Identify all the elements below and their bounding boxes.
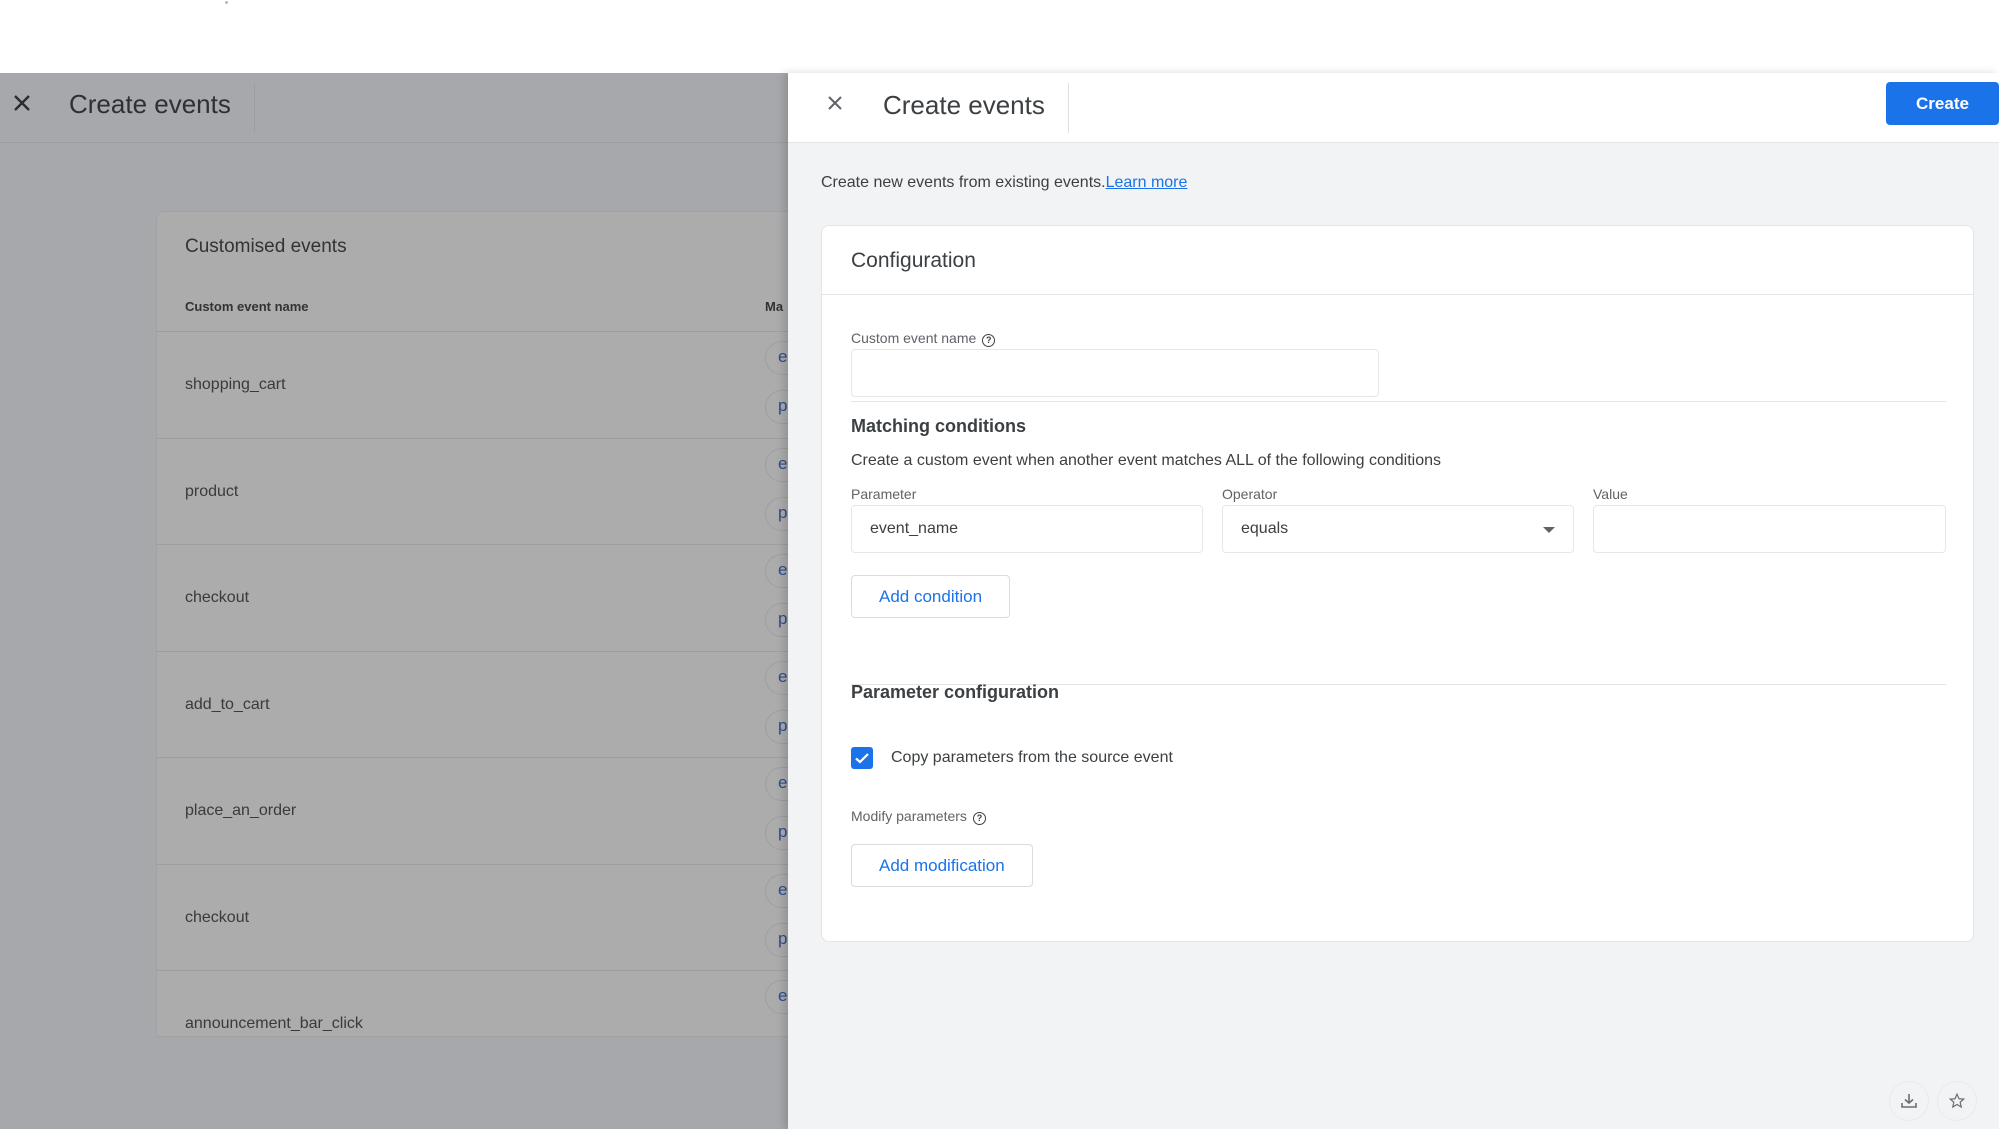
condition-chip: p [765, 816, 788, 850]
background-page-title: Create events [69, 89, 231, 119]
event-name: announcement_bar_click [185, 1015, 363, 1032]
condition-chip: e [765, 341, 788, 375]
column-header-match: Ma [765, 299, 784, 314]
browser-top-area [0, 0, 1999, 73]
modify-parameters-label-text: Modify parameters [851, 808, 967, 824]
operator-selected-value: equals [1241, 520, 1289, 537]
value-input[interactable] [1593, 505, 1946, 553]
table-row[interactable]: place_an_order e p [157, 757, 788, 864]
table-row[interactable]: shopping_cart e p [157, 331, 788, 438]
custom-event-name-label-text: Custom event name [851, 330, 977, 346]
parameter-input[interactable] [851, 505, 1203, 553]
custom-event-name-label: Custom event name? [851, 330, 996, 347]
condition-chip: e [765, 767, 788, 801]
operator-select[interactable]: equals [1222, 505, 1574, 553]
condition-chip: p [765, 922, 788, 957]
learn-more-link[interactable]: Learn more [1106, 174, 1188, 191]
condition-chip: p [765, 496, 788, 531]
download-icon [1901, 1094, 1917, 1108]
background-page-scrim: Create events Customised events Custom e… [0, 73, 788, 1129]
copy-parameters-label: Copy parameters from the source event [891, 749, 1173, 766]
condition-chip: e [765, 873, 788, 908]
drawer-title: Create events [883, 90, 1045, 120]
intro-text: Create new events from existing events.L… [821, 174, 1187, 192]
drawer-header: Create events Create [788, 73, 1999, 143]
star-button[interactable] [1937, 1081, 1977, 1121]
event-name: place_an_order [185, 802, 297, 819]
event-name: product [185, 482, 239, 500]
modify-parameters-label: Modify parameters? [851, 808, 986, 825]
help-circle-icon[interactable]: ? [972, 812, 986, 825]
matching-conditions-title: Matching conditions [851, 416, 1026, 436]
checkmark-icon [855, 753, 869, 764]
condition-chip: e [765, 980, 788, 1014]
copy-parameters-checkbox[interactable] [851, 747, 873, 769]
help-circle-icon[interactable]: ? [982, 334, 996, 347]
event-name: checkout [185, 589, 250, 606]
configuration-card: Configuration Custom event name? Matchin… [821, 225, 1974, 942]
customised-events-card: Customised events Custom event name Ma s… [156, 211, 788, 1037]
divider [1068, 83, 1069, 133]
table-row[interactable]: add_to_cart e p [157, 650, 788, 758]
table-row[interactable]: announcement_bar_click e [157, 970, 788, 1036]
parameter-configuration-title: Parameter configuration [851, 682, 1060, 702]
events-table: shopping_cart e p product e p checkout e p add_to… [157, 331, 788, 1036]
divider [254, 83, 255, 133]
parameter-label: Parameter [851, 486, 917, 502]
condition-chip: e [765, 447, 788, 482]
divider [851, 401, 1946, 402]
card-title: Customised events [185, 236, 347, 257]
event-name: add_to_cart [185, 695, 270, 713]
table-row[interactable]: product e p [157, 437, 788, 545]
star-icon [1948, 1092, 1966, 1109]
configuration-title: Configuration [851, 249, 976, 272]
condition-chip: e [765, 554, 788, 588]
dropdown-arrow-icon [1543, 527, 1555, 533]
column-header-name: Custom event name [185, 299, 309, 314]
intro-description: Create new events from existing events. [821, 174, 1106, 191]
condition-chip: p [765, 603, 788, 637]
close-icon[interactable] [10, 91, 34, 115]
create-events-drawer: Create events Create Create new events f… [788, 73, 1999, 1129]
operator-label: Operator [1222, 486, 1278, 502]
create-button[interactable]: Create [1886, 82, 1999, 125]
table-row[interactable]: checkout e p [157, 863, 788, 971]
matching-conditions-description: Create a custom event when another event… [851, 452, 1441, 469]
condition-chip: p [765, 709, 788, 744]
condition-chip: p [765, 390, 788, 424]
condition-chip: e [765, 660, 788, 695]
value-label: Value [1593, 486, 1628, 502]
table-row[interactable]: checkout e p [157, 544, 788, 651]
add-condition-button[interactable]: Add condition [851, 575, 1011, 618]
background-header: Create events [0, 73, 788, 143]
download-button[interactable] [1889, 1081, 1929, 1121]
custom-event-name-input[interactable] [851, 349, 1379, 397]
add-modification-button[interactable]: Add modification [851, 844, 1033, 887]
close-icon[interactable] [823, 91, 847, 115]
divider [822, 294, 1973, 295]
event-name: checkout [185, 908, 250, 926]
decorative-dot [225, 1, 228, 4]
event-name: shopping_cart [185, 376, 286, 393]
